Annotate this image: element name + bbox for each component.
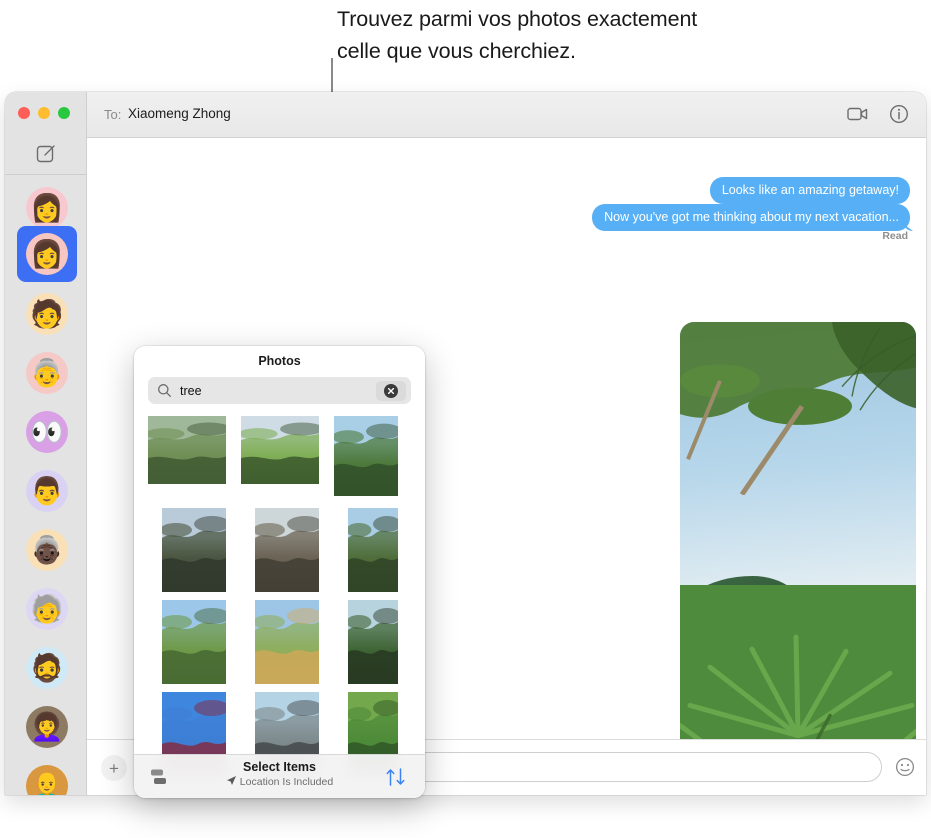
avatar: 👵 xyxy=(26,352,68,394)
photo-image xyxy=(334,416,398,496)
info-circle-icon[interactable] xyxy=(888,103,910,130)
titlebar-actions xyxy=(846,103,910,130)
compose-icon[interactable] xyxy=(34,142,58,166)
location-status: Location Is Included xyxy=(134,775,425,789)
photo-thumbnail[interactable] xyxy=(255,600,319,684)
conversation-item[interactable]: 🧑 xyxy=(17,286,77,342)
conversation-item[interactable]: 👩‍🦱 xyxy=(17,699,77,755)
search-icon xyxy=(157,383,172,403)
read-status: Read xyxy=(882,230,908,242)
conversation-item[interactable]: 👨 xyxy=(17,463,77,519)
caption-line-2: celle que vous cherchiez. xyxy=(337,39,576,63)
photo-search-field[interactable] xyxy=(148,377,411,404)
zoom-button[interactable] xyxy=(58,107,70,119)
photo-image xyxy=(255,508,319,592)
photo-thumbnail[interactable] xyxy=(162,508,226,592)
photo-image xyxy=(255,600,319,684)
footer-status: Select Items Location Is Included xyxy=(134,760,425,789)
clear-circle-icon xyxy=(384,383,398,398)
avatar: 👨‍🦲 xyxy=(26,765,68,795)
message-bubble[interactable]: Looks like an amazing getaway! xyxy=(709,177,910,204)
avatar: 🧓 xyxy=(26,588,68,630)
message-bubble[interactable]: Now you've got me thinking about my next… xyxy=(592,204,910,231)
photo-thumbnail[interactable] xyxy=(348,508,398,592)
photo-image xyxy=(162,600,226,684)
recipient-name: Xiaomeng Zhong xyxy=(128,106,231,121)
popover-footer: Select Items Location Is Included xyxy=(134,754,425,798)
traffic-lights xyxy=(18,107,70,119)
photo-image xyxy=(148,416,226,484)
photo-thumbnail[interactable] xyxy=(334,416,398,496)
avatar: 👩 xyxy=(26,187,68,229)
close-button[interactable] xyxy=(18,107,30,119)
avatar: 👀 xyxy=(26,411,68,453)
photo-image xyxy=(241,416,319,484)
message-attachment-photo[interactable] xyxy=(680,322,916,776)
avatar: 🧔 xyxy=(26,647,68,689)
select-items-label: Select Items xyxy=(243,760,316,774)
sidebar-divider xyxy=(5,174,86,175)
video-camera-icon[interactable] xyxy=(846,103,870,130)
conversation-item[interactable]: 👨‍🦲 xyxy=(17,758,77,795)
avatar: 🧑 xyxy=(26,293,68,335)
emoji-smiley-icon[interactable] xyxy=(894,756,916,778)
photo-results-grid xyxy=(148,416,415,798)
conversation-item[interactable]: 👵🏿 xyxy=(17,522,77,578)
conversation-item[interactable]: 🧓 xyxy=(17,581,77,637)
caption: Trouvez parmi vos photos exactement cell… xyxy=(337,3,917,67)
conversation-item[interactable]: 👀 xyxy=(17,404,77,460)
photo-image xyxy=(348,600,398,684)
conversation-sidebar: 👩 👩 🧑 👵 👀 👨 👵🏿 🧓 🧔 👩‍🦱 👨‍🦲 xyxy=(5,92,87,795)
avatar: 👩‍🦱 xyxy=(26,706,68,748)
conversation-titlebar: To: Xiaomeng Zhong xyxy=(87,92,926,138)
photo-thumbnail[interactable] xyxy=(162,600,226,684)
conversation-item[interactable]: 👩 xyxy=(17,226,77,282)
search-input[interactable] xyxy=(180,377,371,404)
conversation-item[interactable]: 🧔 xyxy=(17,640,77,696)
photos-popover: Photos tree Select Items Location Is Inc… xyxy=(134,346,425,798)
clear-search-button[interactable] xyxy=(376,380,406,401)
minimize-button[interactable] xyxy=(38,107,50,119)
location-arrow-icon xyxy=(226,775,237,789)
caption-line-1: Trouvez parmi vos photos exactement xyxy=(337,7,698,31)
location-status-label: Location Is Included xyxy=(239,776,334,788)
conversation-item[interactable]: 👵 xyxy=(17,345,77,401)
photo-thumbnail[interactable] xyxy=(348,600,398,684)
photo-image xyxy=(162,508,226,592)
avatar: 👨 xyxy=(26,470,68,512)
screenshot-root: Trouvez parmi vos photos exactement cell… xyxy=(0,0,931,838)
photo-thumbnail[interactable] xyxy=(255,508,319,592)
message-input[interactable] xyxy=(367,752,882,782)
add-attachment-button[interactable]: + xyxy=(101,755,127,781)
to-label: To: xyxy=(104,107,122,122)
avatar: 👩 xyxy=(26,233,68,275)
sort-updown-icon[interactable] xyxy=(385,767,407,792)
avatar: 👵🏿 xyxy=(26,529,68,571)
photo-thumbnail[interactable] xyxy=(148,416,226,484)
photo-thumbnail[interactable] xyxy=(241,416,319,484)
popover-title: Photos xyxy=(258,354,301,368)
photo-image xyxy=(348,508,398,592)
